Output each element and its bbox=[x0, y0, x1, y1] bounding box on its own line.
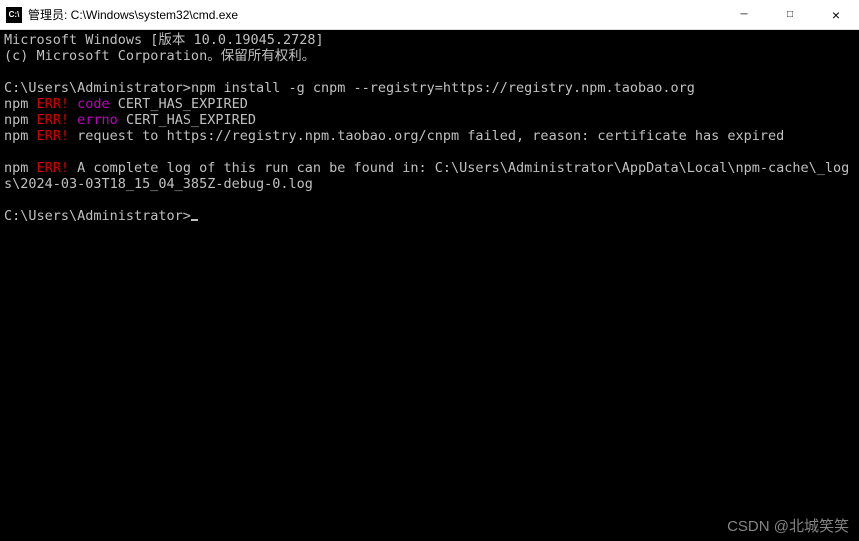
cmd-icon-text: C:\ bbox=[9, 10, 20, 19]
titlebar-left: C:\ 管理员: C:\Windows\system32\cmd.exe bbox=[6, 6, 238, 23]
terminal-line: (c) Microsoft Corporation。保留所有权利。 bbox=[4, 48, 315, 64]
err-label: ERR! bbox=[37, 128, 70, 144]
minimize-button[interactable]: ─ bbox=[721, 0, 767, 30]
npm-label: npm bbox=[4, 128, 37, 144]
err-log-text: A complete log of this run can be found … bbox=[4, 160, 849, 192]
err-code-label: code bbox=[69, 96, 110, 112]
maximize-button[interactable]: □ bbox=[767, 0, 813, 30]
npm-label: npm bbox=[4, 112, 37, 128]
window-titlebar: C:\ 管理员: C:\Windows\system32\cmd.exe ─ □… bbox=[0, 0, 859, 30]
err-code-value: CERT_HAS_EXPIRED bbox=[110, 96, 248, 112]
npm-label: npm bbox=[4, 160, 37, 176]
window-title: 管理员: C:\Windows\system32\cmd.exe bbox=[28, 6, 238, 23]
cmd-icon: C:\ bbox=[6, 7, 22, 23]
err-request-text: request to https://registry.npm.taobao.o… bbox=[69, 128, 784, 144]
terminal-line: Microsoft Windows [版本 10.0.19045.2728] bbox=[4, 32, 324, 48]
err-label: ERR! bbox=[37, 112, 70, 128]
npm-label: npm bbox=[4, 96, 37, 112]
terminal-area[interactable]: Microsoft Windows [版本 10.0.19045.2728] (… bbox=[0, 30, 859, 541]
prompt-command: npm install -g cnpm --registry=https://r… bbox=[191, 80, 695, 96]
watermark: CSDN @北城笑笑 bbox=[727, 519, 849, 535]
err-errno-value: CERT_HAS_EXPIRED bbox=[118, 112, 256, 128]
prompt-path: C:\Users\Administrator> bbox=[4, 208, 191, 224]
err-label: ERR! bbox=[37, 96, 70, 112]
err-errno-label: errno bbox=[69, 112, 118, 128]
prompt-path: C:\Users\Administrator> bbox=[4, 80, 191, 96]
err-label: ERR! bbox=[37, 160, 70, 176]
titlebar-buttons: ─ □ × bbox=[721, 0, 859, 30]
cursor bbox=[191, 219, 198, 221]
close-button[interactable]: × bbox=[813, 0, 859, 30]
